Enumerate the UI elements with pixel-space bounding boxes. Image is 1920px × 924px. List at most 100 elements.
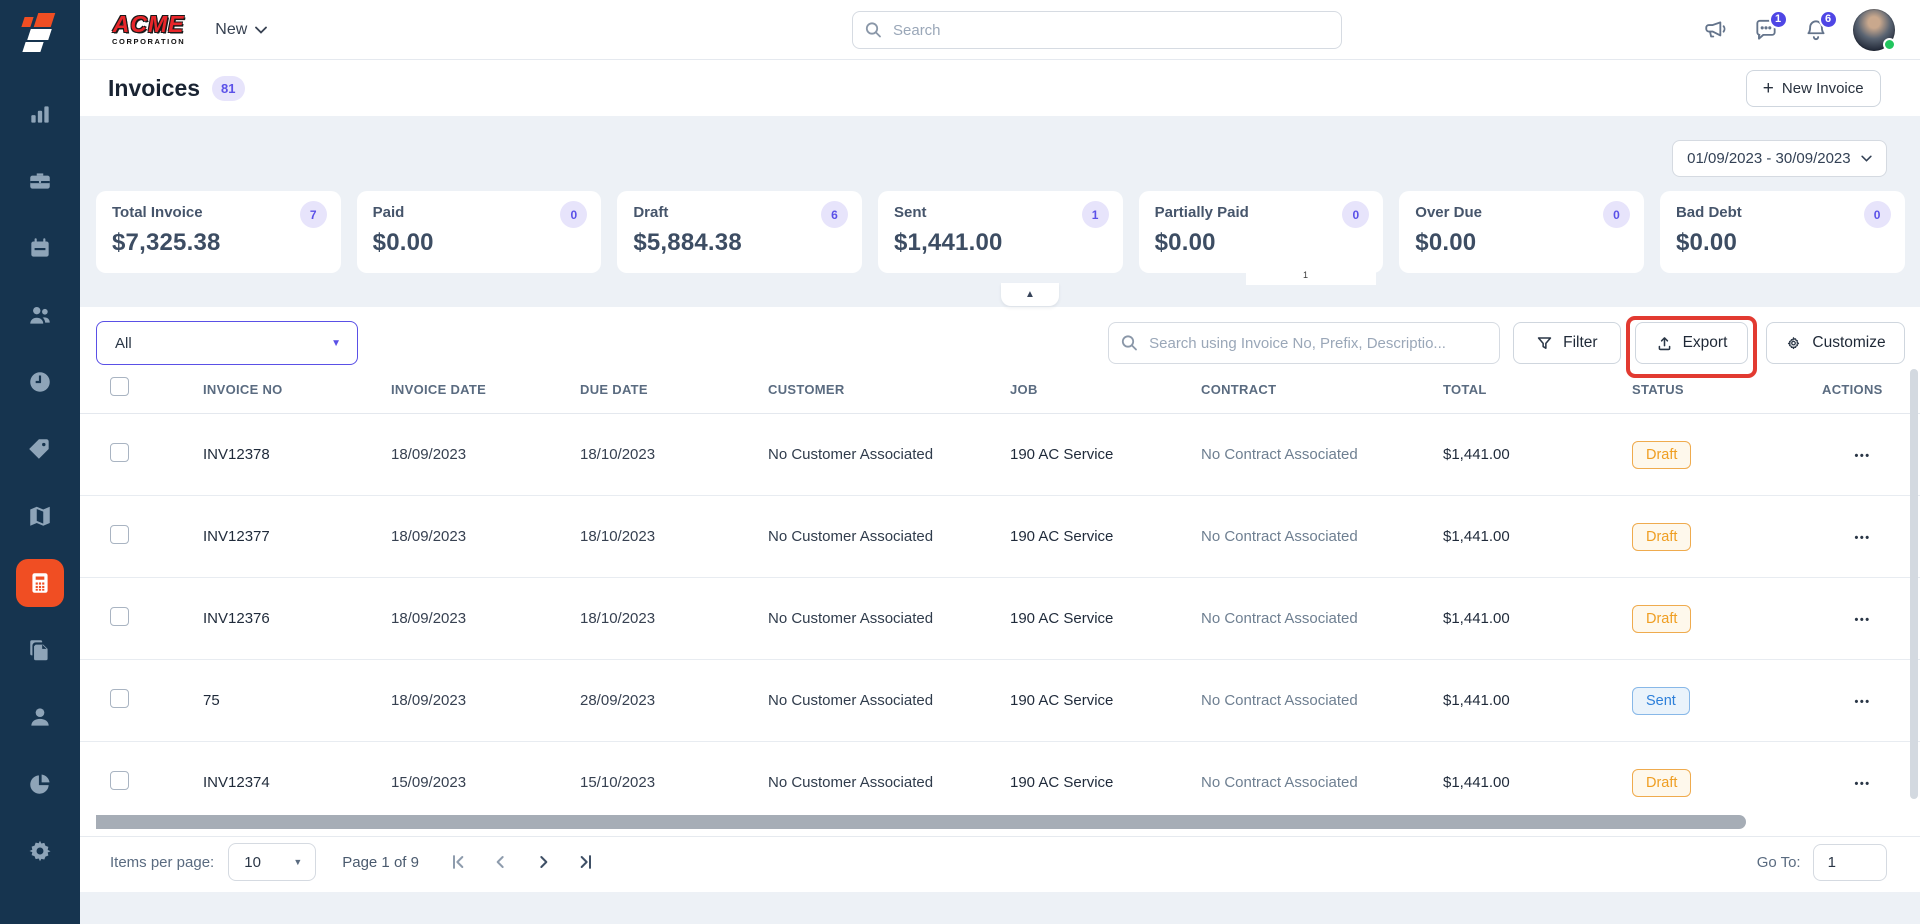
sidebar-item-jobs[interactable] bbox=[16, 157, 64, 205]
search-icon bbox=[865, 22, 881, 38]
funnel-icon bbox=[1537, 336, 1552, 349]
stat-card-count-badge: 7 bbox=[299, 201, 327, 228]
stat-card-label: Draft bbox=[633, 204, 669, 221]
row-checkbox[interactable] bbox=[110, 689, 129, 708]
ui-artifact: 1 bbox=[1246, 268, 1376, 285]
row-checkbox[interactable] bbox=[110, 607, 129, 626]
customer-cell: No Customer Associated bbox=[768, 528, 934, 545]
vertical-scrollbar-thumb[interactable] bbox=[1909, 369, 1918, 799]
row-actions-button[interactable]: ••• bbox=[1855, 532, 1871, 544]
invoice-type-filter-value: All bbox=[115, 334, 132, 352]
customize-label: Customize bbox=[1812, 334, 1886, 351]
table-row[interactable]: 75 18/09/2023 28/09/2023 No Customer Ass… bbox=[80, 660, 1920, 742]
sidebar-item-timesheets[interactable] bbox=[16, 358, 64, 406]
date-range-selector[interactable]: 01/09/2023 - 30/09/2023 bbox=[1672, 140, 1887, 177]
company-logo[interactable]: ACME CORPORATION bbox=[112, 13, 185, 46]
new-invoice-button[interactable]: + New Invoice bbox=[1745, 69, 1881, 107]
stat-card-count-badge: 6 bbox=[820, 201, 848, 228]
customer-cell: No Customer Associated bbox=[768, 610, 934, 627]
invoice-search-input[interactable] bbox=[1108, 322, 1501, 364]
row-actions-button[interactable]: ••• bbox=[1855, 450, 1871, 462]
items-per-page-label: Items per page: bbox=[110, 853, 215, 871]
customize-button[interactable]: Customize bbox=[1766, 322, 1905, 364]
row-checkbox[interactable] bbox=[110, 771, 129, 790]
sidebar-item-tags[interactable] bbox=[16, 425, 64, 473]
global-search-input[interactable] bbox=[852, 11, 1342, 49]
announcements-button[interactable] bbox=[1703, 17, 1729, 43]
megaphone-icon bbox=[1704, 20, 1726, 37]
bar-chart-icon bbox=[31, 106, 49, 123]
first-page-icon bbox=[452, 855, 464, 869]
contract-cell: No Contract Associated bbox=[1201, 692, 1358, 709]
sidebar-item-schedule[interactable] bbox=[16, 224, 64, 272]
person-icon bbox=[31, 708, 49, 726]
sidebar-item-map[interactable] bbox=[16, 492, 64, 540]
column-header: INVOICE NO bbox=[203, 381, 283, 397]
sidebar-item-settings[interactable] bbox=[16, 827, 64, 875]
filter-button[interactable]: Filter bbox=[1513, 322, 1621, 364]
stat-card-count-badge: 0 bbox=[1342, 201, 1370, 228]
page-info: Page 1 of 9 bbox=[342, 853, 419, 871]
stat-card-label: Bad Debt bbox=[1675, 204, 1742, 221]
total-cell: $1,441.00 bbox=[1443, 692, 1510, 709]
row-checkbox[interactable] bbox=[110, 525, 129, 544]
sidebar-item-customers[interactable] bbox=[16, 291, 64, 339]
contract-cell: No Contract Associated bbox=[1201, 446, 1358, 463]
stat-card-count-badge: 0 bbox=[1602, 201, 1630, 228]
sidebar-item-dashboard[interactable] bbox=[16, 90, 64, 138]
row-checkbox[interactable] bbox=[110, 443, 129, 462]
last-page-icon bbox=[580, 855, 591, 869]
filter-label: Filter bbox=[1563, 334, 1598, 351]
invoice-no-cell: 75 bbox=[203, 692, 220, 709]
last-page-button[interactable] bbox=[575, 852, 595, 872]
job-cell: 190 AC Service bbox=[1010, 774, 1114, 791]
select-all-checkbox[interactable] bbox=[110, 377, 129, 396]
table-row[interactable]: INV12378 18/09/2023 18/10/2023 No Custom… bbox=[80, 414, 1920, 496]
invoice-date-cell: 15/09/2023 bbox=[391, 774, 467, 791]
sidebar-item-reports[interactable] bbox=[16, 760, 64, 808]
row-actions-button[interactable]: ••• bbox=[1855, 778, 1871, 790]
table-row[interactable]: INV12376 18/09/2023 18/10/2023 No Custom… bbox=[80, 578, 1920, 660]
zuper-logo[interactable] bbox=[16, 8, 64, 56]
chat-button[interactable]: 1 bbox=[1753, 9, 1788, 43]
stat-card: Draft 6 $5,884.38 bbox=[617, 191, 862, 273]
stat-card-label: Over Due bbox=[1415, 204, 1482, 221]
invoice-panel: All ▼ Filter Export Customize bbox=[80, 307, 1920, 892]
users-icon bbox=[30, 306, 50, 324]
row-actions-button[interactable]: ••• bbox=[1855, 696, 1871, 708]
sidebar-item-profile[interactable] bbox=[16, 693, 64, 741]
clock-icon bbox=[30, 372, 50, 392]
contract-cell: No Contract Associated bbox=[1201, 610, 1358, 627]
table-row[interactable]: INV12374 15/09/2023 15/10/2023 No Custom… bbox=[80, 742, 1920, 815]
invoice-type-filter[interactable]: All ▼ bbox=[96, 321, 358, 365]
sidebar-item-documents[interactable] bbox=[16, 626, 64, 674]
horizontal-scrollbar[interactable] bbox=[80, 815, 1920, 829]
collapse-arrow-icon: ▲ bbox=[1025, 289, 1035, 300]
notifications-button[interactable]: 6 bbox=[1803, 9, 1838, 43]
gear-icon bbox=[1788, 336, 1800, 349]
first-page-button[interactable] bbox=[449, 852, 469, 872]
previous-page-button[interactable] bbox=[491, 852, 511, 872]
user-avatar[interactable] bbox=[1852, 8, 1896, 51]
total-cell: $1,441.00 bbox=[1443, 610, 1510, 627]
table-toolbar: All ▼ Filter Export Customize bbox=[80, 307, 1920, 378]
table-row[interactable]: INV12377 18/09/2023 18/10/2023 No Custom… bbox=[80, 496, 1920, 578]
collapse-stats-button[interactable]: ▲ bbox=[1001, 283, 1059, 306]
items-per-page-select[interactable]: 10 ▼ bbox=[228, 843, 317, 881]
row-actions-button[interactable]: ••• bbox=[1855, 614, 1871, 626]
due-date-cell: 18/10/2023 bbox=[580, 528, 656, 545]
page-header: Invoices 81 + New Invoice bbox=[80, 60, 1920, 116]
invoice-no-cell: INV12378 bbox=[203, 446, 270, 463]
column-header: ACTIONS bbox=[1822, 381, 1883, 397]
column-header: TOTAL bbox=[1443, 381, 1487, 397]
export-button[interactable]: Export bbox=[1634, 322, 1749, 364]
next-page-button[interactable] bbox=[533, 852, 553, 872]
go-to-page-input[interactable] bbox=[1812, 843, 1887, 881]
new-menu[interactable]: New bbox=[215, 21, 268, 39]
main-area: ACME CORPORATION New 1 6 bbox=[80, 0, 1920, 924]
horizontal-scrollbar-thumb[interactable] bbox=[96, 815, 1746, 829]
sidebar-item-invoices[interactable] bbox=[16, 559, 64, 607]
dropdown-arrow-icon: ▼ bbox=[331, 337, 341, 349]
status-badge: Sent bbox=[1632, 686, 1690, 715]
export-annotation-highlight: Export bbox=[1625, 316, 1758, 378]
